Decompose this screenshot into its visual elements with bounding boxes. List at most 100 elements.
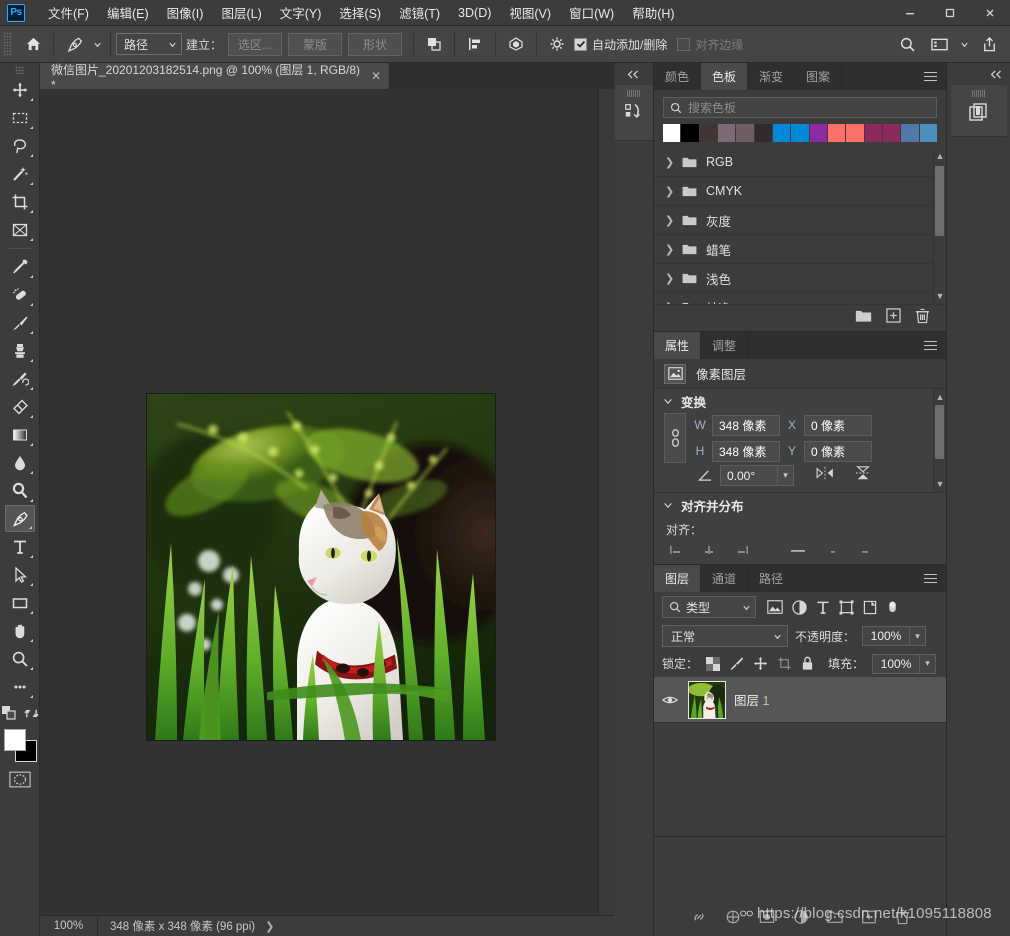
close-button[interactable] xyxy=(970,0,1010,26)
magic-wand-tool[interactable] xyxy=(5,160,35,187)
layer-name[interactable]: 图层 1 xyxy=(734,690,769,709)
align-left-icon[interactable] xyxy=(670,544,684,556)
color-swatch-4[interactable] xyxy=(736,124,754,142)
flip-vertical-icon[interactable] xyxy=(854,465,872,486)
color-swatch-14[interactable] xyxy=(919,124,937,142)
fill-stepper[interactable]: ▾ xyxy=(920,653,937,674)
delete-icon[interactable] xyxy=(915,308,930,329)
canvas-viewport[interactable] xyxy=(41,89,597,915)
layer-style-icon[interactable] xyxy=(725,909,741,925)
collapse-dock-right-button[interactable] xyxy=(947,63,1010,85)
lock-transparent-icon[interactable] xyxy=(706,656,721,671)
color-swatch-3[interactable] xyxy=(717,124,736,142)
color-swatch-1[interactable] xyxy=(681,124,699,142)
maximize-button[interactable] xyxy=(930,0,970,26)
menu-select[interactable]: 选择(S) xyxy=(330,0,390,26)
x-input[interactable]: 0 像素 xyxy=(804,414,872,436)
swatch-group-cmyk[interactable]: ❯ CMYK xyxy=(654,177,946,206)
share-icon[interactable] xyxy=(974,31,1004,57)
pen-tool[interactable] xyxy=(4,505,35,532)
align-middle-vertical-icon[interactable] xyxy=(826,544,840,556)
y-input[interactable]: 0 像素 xyxy=(804,440,872,462)
new-group-icon[interactable] xyxy=(855,309,872,328)
color-swatch-2[interactable] xyxy=(699,124,717,142)
tab-paths[interactable]: 路径 xyxy=(748,565,796,592)
color-swatch-13[interactable] xyxy=(901,124,919,142)
swatch-group-light[interactable]: ❯ 浅色 xyxy=(654,264,946,293)
transform-section-header[interactable]: 变换 xyxy=(654,389,946,413)
tab-patterns[interactable]: 图案 xyxy=(795,63,843,90)
image-filter-icon[interactable] xyxy=(767,600,783,614)
brush-tool[interactable] xyxy=(5,309,35,336)
angle-stepper[interactable]: ▾ xyxy=(778,465,794,486)
healing-brush-tool[interactable] xyxy=(5,281,35,308)
search-icon[interactable] xyxy=(892,31,922,57)
align-center-horizontal-icon[interactable] xyxy=(702,544,716,556)
properties-panel-menu-icon[interactable] xyxy=(920,332,940,359)
make-mask-button[interactable]: 蒙版 xyxy=(288,32,343,56)
align-top-icon[interactable] xyxy=(788,544,808,556)
scroll-up-icon[interactable]: ▲ xyxy=(936,151,945,161)
path-selection-tool[interactable] xyxy=(5,561,35,588)
zoom-tool[interactable] xyxy=(5,645,35,672)
adjustment-filter-icon[interactable] xyxy=(792,599,807,615)
auto-add-delete-checkbox[interactable] xyxy=(574,37,588,51)
path-alignment-icon[interactable] xyxy=(460,31,490,57)
scroll-up-icon[interactable]: ▲ xyxy=(936,392,945,402)
table-row[interactable]: 图层 1 xyxy=(654,677,946,723)
angle-input[interactable]: 0.00° xyxy=(720,465,778,486)
hand-tool[interactable] xyxy=(5,617,35,644)
move-tool[interactable] xyxy=(5,76,35,103)
default-colors-icon[interactable] xyxy=(1,705,17,726)
edit-toolbar-button[interactable] xyxy=(5,673,35,700)
workspace-dropdown-icon[interactable] xyxy=(956,31,972,57)
color-swatch-11[interactable] xyxy=(864,124,882,142)
menu-window[interactable]: 窗口(W) xyxy=(560,0,623,26)
path-operations-icon[interactable] xyxy=(419,31,449,57)
color-swatch-10[interactable] xyxy=(846,124,864,142)
menu-layer[interactable]: 图层(L) xyxy=(212,0,270,26)
align-edges-checkbox[interactable] xyxy=(677,37,691,51)
tab-gradients[interactable]: 渐变 xyxy=(748,63,796,90)
close-document-icon[interactable]: ✕ xyxy=(371,70,381,82)
marquee-tool[interactable] xyxy=(5,104,35,131)
new-layer-icon[interactable] xyxy=(861,909,877,925)
new-fill-adjustment-icon[interactable] xyxy=(793,909,809,925)
collapse-dock-left-button[interactable] xyxy=(614,63,653,85)
menu-file[interactable]: 文件(F) xyxy=(39,0,98,26)
libraries-panel-collapsed[interactable] xyxy=(950,85,1007,137)
swatch-group-pure[interactable]: ❯ 纯净 xyxy=(654,293,946,304)
link-wh-button[interactable] xyxy=(664,413,686,463)
eyedropper-tool[interactable] xyxy=(5,253,35,280)
lock-all-icon[interactable] xyxy=(801,656,814,671)
tab-channels[interactable]: 通道 xyxy=(701,565,749,592)
color-swatch-8[interactable] xyxy=(809,124,827,142)
fill-value[interactable]: 100% xyxy=(872,653,921,674)
tab-swatches[interactable]: 色板 xyxy=(701,63,749,90)
color-swatch-5[interactable] xyxy=(754,124,772,142)
artboard[interactable] xyxy=(146,393,496,741)
menu-3d[interactable]: 3D(D) xyxy=(449,2,500,24)
swatch-group-grayscale[interactable]: ❯ 灰度 xyxy=(654,206,946,235)
tab-properties[interactable]: 属性 xyxy=(654,332,702,359)
make-shape-button[interactable]: 形状 xyxy=(348,32,403,56)
zoom-level[interactable]: 100% xyxy=(40,915,98,936)
flip-horizontal-icon[interactable] xyxy=(815,466,835,485)
opacity-value[interactable]: 100% xyxy=(862,626,911,646)
gear-icon[interactable] xyxy=(542,31,572,57)
color-swatch-0[interactable] xyxy=(663,124,681,142)
make-selection-button[interactable]: 选区... xyxy=(228,32,283,56)
options-bar-grip[interactable] xyxy=(3,32,12,56)
color-swatch-9[interactable] xyxy=(827,124,846,142)
menu-edit[interactable]: 编辑(E) xyxy=(98,0,158,26)
tab-layers[interactable]: 图层 xyxy=(654,565,702,592)
scroll-down-icon[interactable]: ▼ xyxy=(936,479,945,489)
filter-toggle-icon[interactable] xyxy=(886,599,899,615)
path-mode-select[interactable]: 路径 xyxy=(116,33,182,55)
height-input[interactable]: 348 像素 xyxy=(712,440,780,462)
swatch-group-rgb[interactable]: ❯ RGB xyxy=(654,148,946,177)
menu-help[interactable]: 帮助(H) xyxy=(623,0,683,26)
swatch-groups-scrollbar[interactable]: ▲ ▼ xyxy=(933,148,946,304)
type-filter-icon[interactable] xyxy=(816,600,830,615)
canvas-vertical-scrollbar[interactable] xyxy=(598,89,614,915)
